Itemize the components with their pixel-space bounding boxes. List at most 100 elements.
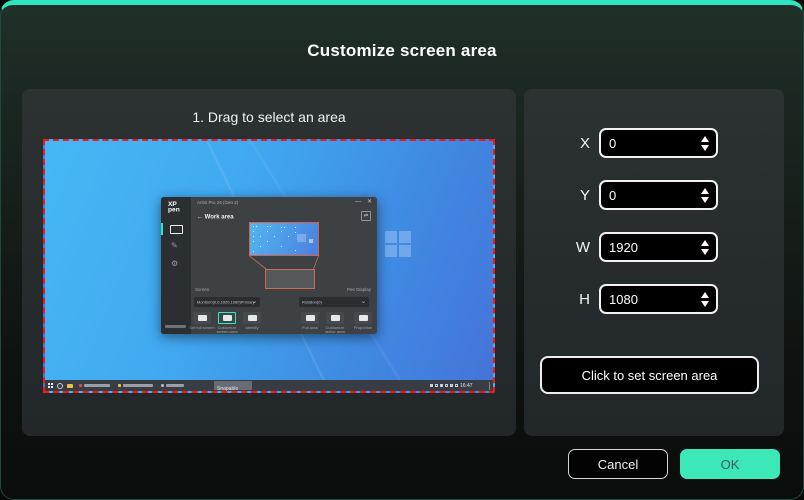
spin-up-icon[interactable] — [701, 136, 709, 142]
monitor-preview[interactable] — [249, 222, 319, 256]
pen-icon: ✎ — [171, 241, 178, 250]
tray-icon[interactable] — [430, 384, 433, 387]
y-spinbox — [599, 180, 718, 210]
desktop-taskbar: Snapable 16:47 — [45, 380, 493, 391]
app-icon — [118, 384, 121, 387]
rotation-dropdown[interactable]: Rotation(0) ⌄ — [299, 297, 369, 307]
taskbar-item-snapable[interactable]: Snapable — [214, 381, 252, 390]
screen-shape-icon — [198, 315, 207, 321]
active-accent-bar — [161, 223, 163, 235]
spin-up-icon[interactable] — [701, 292, 709, 298]
windows-logo-icon — [385, 231, 411, 257]
work-area-heading: ← Work area — [197, 213, 234, 220]
y-label: Y — [524, 187, 590, 204]
spin-down-icon[interactable] — [701, 145, 709, 151]
app-icon — [79, 384, 82, 387]
full-area-button[interactable] — [301, 312, 319, 324]
h-spinner — [701, 292, 716, 307]
spin-up-icon[interactable] — [701, 240, 709, 246]
desktop-icons-dots — [253, 226, 254, 227]
app-icon — [161, 384, 164, 387]
button-label: Identify — [237, 326, 267, 330]
driver-sidebar: XP pen ✎ ⚙ — [161, 197, 191, 334]
folder-icon[interactable] — [67, 384, 73, 388]
ok-button[interactable]: OK — [680, 449, 780, 479]
tablet-shape-icon — [331, 315, 340, 321]
tray-icon[interactable] — [435, 384, 438, 387]
taskbar-item[interactable] — [77, 381, 112, 390]
xppen-logo: XP pen — [168, 201, 180, 212]
taskbar-item-text — [84, 384, 110, 387]
close-icon[interactable]: ✕ — [367, 199, 372, 205]
spin-down-icon[interactable] — [701, 249, 709, 255]
button-label: Customize active area — [320, 326, 350, 334]
taskbar-item[interactable] — [159, 381, 186, 390]
button-label: Proportion — [348, 326, 378, 330]
clock: 16:47 — [460, 383, 473, 389]
selection-highlight — [297, 234, 306, 242]
tray-icon[interactable] — [445, 384, 448, 387]
w-input[interactable] — [601, 240, 701, 255]
tablet-icon — [170, 225, 183, 234]
drag-select-panel: 1. Drag to select an area XP pen ✎ — [22, 89, 516, 436]
tray-icon[interactable] — [455, 384, 458, 387]
customize-screen-area-button[interactable] — [218, 312, 236, 324]
y-spinner — [701, 188, 716, 203]
customize-screen-area-dialog: Customize screen area 1. Drag to select … — [0, 0, 804, 500]
driver-window-title: Artist Pro 24 (Gen 2) — [197, 200, 238, 205]
system-tray: 16:47 — [430, 380, 490, 391]
screen-label: Screen — [195, 287, 209, 292]
spin-down-icon[interactable] — [701, 301, 709, 307]
tablet-shape-icon — [306, 315, 315, 321]
show-desktop-divider[interactable] — [489, 382, 490, 390]
search-icon[interactable] — [57, 383, 63, 389]
start-button-icon[interactable] — [48, 383, 53, 388]
sidebar-item-workarea[interactable] — [161, 221, 191, 237]
proportion-button[interactable] — [354, 312, 372, 324]
refresh-icon[interactable]: ⇄ — [361, 211, 371, 221]
drag-instruction: 1. Drag to select an area — [22, 109, 516, 125]
tablet-active-area[interactable] — [265, 269, 315, 289]
w-label: W — [524, 239, 590, 256]
identify-button[interactable] — [243, 312, 261, 324]
taskbar-item-text — [166, 384, 184, 387]
back-arrow-icon[interactable]: ← — [197, 213, 203, 220]
h-input[interactable] — [601, 292, 701, 307]
h-spinbox — [599, 284, 718, 314]
h-label: H — [524, 291, 590, 308]
sidebar-item-pen[interactable]: ✎ — [161, 239, 191, 255]
driver-app-window: XP pen ✎ ⚙ Artist Pro — [161, 197, 377, 334]
w-spinbox — [599, 232, 718, 262]
customize-active-area-button[interactable] — [326, 312, 344, 324]
chevron-down-icon: ⌄ — [361, 297, 366, 307]
screen-shape-icon — [248, 315, 257, 321]
spin-down-icon[interactable] — [701, 197, 709, 203]
cancel-button[interactable]: Cancel — [568, 449, 668, 479]
x-spinbox — [599, 128, 718, 158]
pen-display-label: Pen Display — [347, 287, 371, 292]
screen-area-selection-preview[interactable]: XP pen ✎ ⚙ Artist Pro — [43, 139, 495, 393]
y-input[interactable] — [601, 188, 701, 203]
sidebar-item-settings[interactable]: ⚙ — [161, 257, 191, 273]
taskbar-item[interactable] — [116, 381, 155, 390]
set-full-screen-button[interactable] — [193, 312, 211, 324]
screen-shape-icon — [223, 315, 232, 321]
w-spinner — [701, 240, 716, 255]
screen-dropdown[interactable]: Monitor0(0,0,1920,1080)Primary ⌄ — [194, 297, 260, 307]
driver-main-area: Artist Pro 24 (Gen 2) — ✕ ← Work area ⇄ — [191, 197, 377, 334]
set-screen-area-button[interactable]: Click to set screen area — [540, 356, 759, 394]
taskbar-item-text — [123, 384, 153, 387]
spin-up-icon[interactable] — [701, 188, 709, 194]
x-input[interactable] — [601, 136, 701, 151]
tablet-shape-icon — [359, 315, 368, 321]
driver-version-text — [165, 325, 186, 328]
mini-windows-logo-icon — [309, 239, 313, 243]
tray-icon[interactable] — [440, 384, 443, 387]
x-spinner — [701, 136, 716, 151]
tray-icon[interactable] — [450, 384, 453, 387]
x-label: X — [524, 135, 590, 152]
minimize-icon[interactable]: — — [355, 199, 361, 205]
chevron-down-icon: ⌄ — [252, 297, 257, 307]
gear-icon: ⚙ — [171, 259, 178, 268]
coordinates-panel: X Y W — [524, 89, 784, 436]
